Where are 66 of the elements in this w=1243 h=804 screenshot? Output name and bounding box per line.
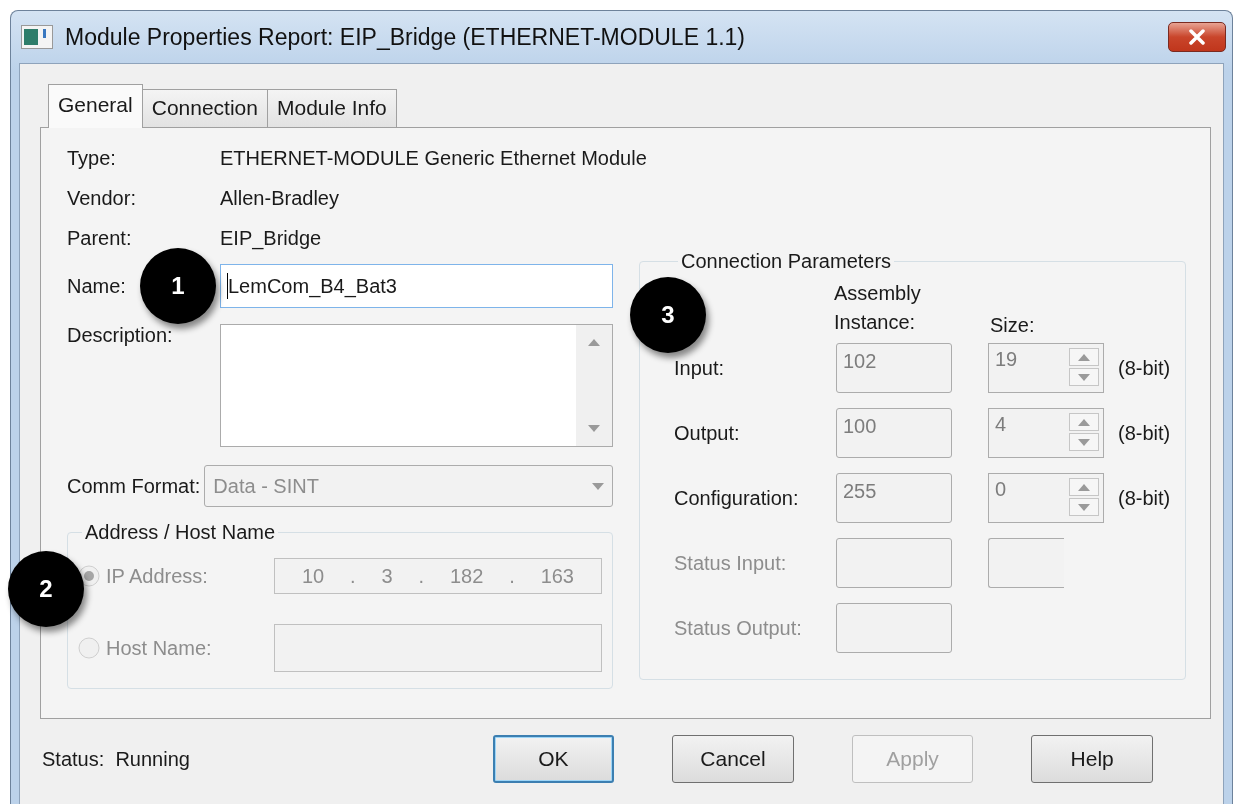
row-label: Configuration: <box>674 486 800 510</box>
down-arrow-icon <box>1078 503 1090 511</box>
unit-label: (8-bit) <box>1118 356 1171 380</box>
field-label: Comm Format: <box>67 474 201 498</box>
column-header: Size: <box>990 314 1035 337</box>
up-arrow-icon <box>1078 353 1090 361</box>
field-value: Allen-Bradley <box>220 186 339 210</box>
down-arrow-icon <box>1078 373 1090 381</box>
radio-label: IP Address: <box>106 564 209 588</box>
app-icon <box>21 25 53 49</box>
row-label: Status Output: <box>674 616 803 640</box>
separator-dot: . <box>509 564 515 588</box>
separator-dot: . <box>418 564 425 588</box>
ip-octet: 163 <box>540 564 574 588</box>
size-spinner[interactable]: 0 <box>988 473 1104 523</box>
instance-field[interactable]: 102 <box>836 343 952 393</box>
callout-badge: 3 <box>630 277 706 353</box>
close-button[interactable] <box>1168 22 1226 52</box>
close-icon <box>1188 29 1206 45</box>
group-title: Connection Parameters <box>680 250 893 273</box>
callout-badge: 1 <box>140 248 216 324</box>
field-value: ETHERNET-MODULE Generic Ethernet Module <box>220 146 647 170</box>
row-label: Input: <box>674 356 726 380</box>
down-arrow-icon <box>592 482 604 490</box>
radio-label: Host Name: <box>106 636 213 660</box>
row-label: Status Input: <box>674 551 788 575</box>
instance-field[interactable]: 100 <box>836 408 952 458</box>
ip-octet: 182 <box>449 564 484 588</box>
down-arrow-icon <box>588 425 600 432</box>
unit-label: (8-bit) <box>1118 486 1171 510</box>
dialog-button[interactable]: Cancel <box>672 735 794 783</box>
dialog-button[interactable]: OK <box>492 735 615 783</box>
up-arrow-icon <box>588 339 600 346</box>
scrollbar[interactable] <box>576 325 612 446</box>
instance-field[interactable] <box>836 538 952 588</box>
window-title: Module Properties Report: EIP_Bridge (ETHERNET-MODULE 1.1) <box>65 23 747 51</box>
row-label: Output: <box>674 421 741 445</box>
column-header: Assembly Instance: <box>834 281 922 335</box>
field-value: EIP_Bridge <box>220 226 322 250</box>
up-arrow-icon <box>1078 418 1090 426</box>
field-label: Vendor: <box>67 186 137 210</box>
field-label: Name: <box>67 274 126 298</box>
dialog-button[interactable]: Help <box>1031 735 1153 783</box>
size-spinner[interactable]: 19 <box>988 343 1104 393</box>
field-label: Parent: <box>67 226 133 250</box>
callout-badge: 2 <box>8 551 84 627</box>
host-name-field[interactable] <box>274 624 602 672</box>
separator-dot: . <box>350 564 356 588</box>
ip-octet: 10 <box>301 564 325 588</box>
instance-field[interactable] <box>836 603 952 653</box>
size-field[interactable] <box>988 538 1064 588</box>
name-field[interactable]: LemCom_B4_Bat3 <box>220 264 613 308</box>
unit-label: (8-bit) <box>1118 421 1171 445</box>
description-field[interactable] <box>220 324 613 447</box>
instance-field[interactable]: 255 <box>836 473 952 523</box>
tab[interactable]: General <box>48 84 143 128</box>
field-label: Description: <box>67 324 174 348</box>
field-label: Type: <box>67 146 117 170</box>
up-arrow-icon <box>1078 483 1090 491</box>
tab[interactable]: Module Info <box>266 89 397 127</box>
tab[interactable]: Connection <box>141 89 268 127</box>
down-arrow-icon <box>1078 438 1090 446</box>
group-title: Address / Host Name <box>84 521 277 544</box>
status-text: Status: Running <box>42 747 191 771</box>
ip-octet: 3 <box>381 564 393 588</box>
size-spinner[interactable]: 4 <box>988 408 1104 458</box>
